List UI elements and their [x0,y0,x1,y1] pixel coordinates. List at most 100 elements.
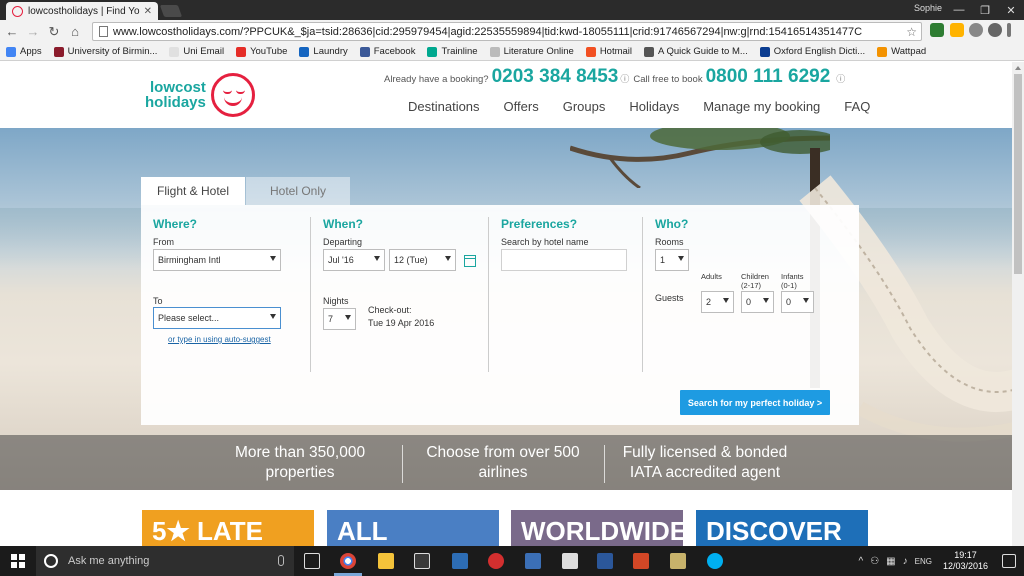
bookmark-star-icon[interactable]: ☆ [902,25,921,39]
close-window-button[interactable]: ✕ [998,0,1024,20]
action-center-icon[interactable] [1002,554,1016,568]
hotel-name-input[interactable] [501,249,627,271]
bookmark-item[interactable]: YouTube [236,46,287,57]
chrome-user-name[interactable]: Sophie [914,3,942,13]
battery-icon[interactable]: ▦ [886,556,895,567]
mail-icon[interactable] [562,553,578,569]
folder-icon[interactable] [670,553,686,569]
autosuggest-link[interactable]: or type in using auto-suggest [168,335,271,344]
free-phone-number[interactable]: 0800 111 6292 [706,66,831,88]
promo-discover[interactable]: DISCOVER [696,510,868,546]
page-scrollbar[interactable] [1012,62,1024,546]
bookmark-item[interactable]: Trainline [427,46,478,57]
nav-item-groups[interactable]: Groups [563,99,606,114]
extension-profile-icon[interactable] [988,23,1002,37]
cortana-search-box[interactable]: Ask me anything [36,546,294,576]
departure-month-value: Jul '16 [328,255,354,265]
extension-yellow-icon[interactable] [950,23,964,37]
opera-icon[interactable] [488,553,504,569]
store-icon[interactable] [414,553,430,569]
children-select[interactable]: 0 [741,291,774,313]
reload-button[interactable]: ↻ [45,23,63,41]
promo-all[interactable]: ALL [327,510,499,546]
nav-item-destinations[interactable]: Destinations [408,99,480,114]
new-tab-button[interactable] [159,5,183,17]
nav-item-manage-my-booking[interactable]: Manage my booking [703,99,820,114]
infants-range: (0-1) [781,281,797,290]
bookmark-item[interactable]: Wattpad [877,46,926,57]
bookmark-item[interactable]: University of Birmin... [53,46,158,57]
preferences-section: Preferences? Search by hotel name [488,205,642,372]
checkout-date: Tue 19 Apr 2016 [368,318,435,328]
clock[interactable]: 19:17 12/03/2016 [943,550,988,572]
bookmark-item[interactable]: Hotmail [585,46,632,57]
bookmark-item[interactable]: Literature Online [489,46,574,57]
bookmark-favicon-icon [359,46,370,57]
forward-button[interactable]: → [24,23,42,41]
calendar-icon[interactable] [464,255,476,267]
search-form: Where? From Birmingham Intl To Please se… [141,205,859,425]
infants-select[interactable]: 0 [781,291,814,313]
skype-icon[interactable] [707,553,723,569]
bookmark-item[interactable]: Facebook [359,46,415,57]
bookmark-item[interactable]: Oxford English Dicti... [759,46,865,57]
task-view-icon[interactable] [304,553,320,569]
rooms-select[interactable]: 1 [655,249,689,271]
extension-check-icon[interactable] [930,23,944,37]
extension-grey-icon[interactable] [969,23,983,37]
browser-tab[interactable]: lowcostholidays | Find Yo ✕ [6,2,158,20]
minimize-button[interactable]: — [946,0,972,20]
promo-worldwide[interactable]: WORLDWIDE [511,510,683,546]
chrome-taskbar-icon[interactable] [340,553,356,569]
scrollbar-thumb[interactable] [1014,74,1022,274]
departure-month-select[interactable]: Jul '16 [323,249,385,271]
nights-select[interactable]: 7 [323,308,356,330]
address-bar[interactable]: www.lowcostholidays.com/?PPCUK&_$ja=tsid… [92,22,922,41]
usp-properties-line2: properties [265,464,335,481]
tray-expand-icon[interactable]: ^ [858,556,863,567]
bookmark-label: University of Birmin... [67,46,158,57]
nav-item-faq[interactable]: FAQ [844,99,870,114]
url-text[interactable]: www.lowcostholidays.com/?PPCUK&_$ja=tsid… [113,26,902,38]
booking-phone-number[interactable]: 0203 384 8453 [492,66,619,88]
hotel-name-label: Search by hotel name [501,237,589,247]
tab-hotel-only[interactable]: Hotel Only [246,177,350,205]
file-explorer-icon[interactable] [378,553,394,569]
bookmark-item[interactable]: Laundry [299,46,348,57]
holiday-search-panel: Flight & Hotel Hotel Only Where? From Bi… [141,177,859,425]
start-button[interactable] [0,546,36,576]
tab-flight-hotel[interactable]: Flight & Hotel [141,177,245,205]
microphone-icon[interactable] [278,555,284,566]
nav-item-holidays[interactable]: Holidays [629,99,679,114]
network-icon[interactable]: ⚇ [870,556,879,567]
lowcostholidays-logo[interactable]: lowcost holidays [145,73,255,117]
adults-label: Adults [701,272,722,281]
language-indicator[interactable]: ENG [915,557,932,566]
nav-item-offers[interactable]: Offers [504,99,539,114]
powerpoint-icon[interactable] [633,553,649,569]
bookmark-item[interactable]: Uni Email [169,46,224,57]
maximize-button[interactable]: ❐ [972,0,998,20]
volume-icon[interactable]: ♪ [903,556,908,567]
tab-close-icon[interactable]: ✕ [144,6,152,17]
to-select[interactable]: Please select... [153,307,281,329]
remote-desktop-icon[interactable] [525,553,541,569]
promo-late[interactable]: 5★ LATE [142,510,314,546]
photos-app-icon[interactable] [452,553,468,569]
bookmark-label: Wattpad [891,46,927,57]
from-select[interactable]: Birmingham Intl [153,249,281,271]
bookmark-favicon-icon [299,46,310,57]
children-label: Children [741,272,769,281]
word-icon[interactable] [597,553,613,569]
scroll-up-icon[interactable] [1015,66,1021,70]
home-button[interactable]: ⌂ [66,23,84,41]
back-button[interactable]: ← [3,23,21,41]
adults-select[interactable]: 2 [701,291,734,313]
bookmark-item[interactable]: A Quick Guide to M... [644,46,748,57]
info-icon[interactable]: ⓘ [836,72,845,85]
search-holiday-button[interactable]: Search for my perfect holiday > [680,390,830,415]
chrome-menu-icon[interactable] [1007,23,1011,37]
bookmark-item[interactable]: Apps [6,46,42,57]
info-icon[interactable]: ⓘ [620,72,629,85]
departure-day-select[interactable]: 12 (Tue) [389,249,456,271]
